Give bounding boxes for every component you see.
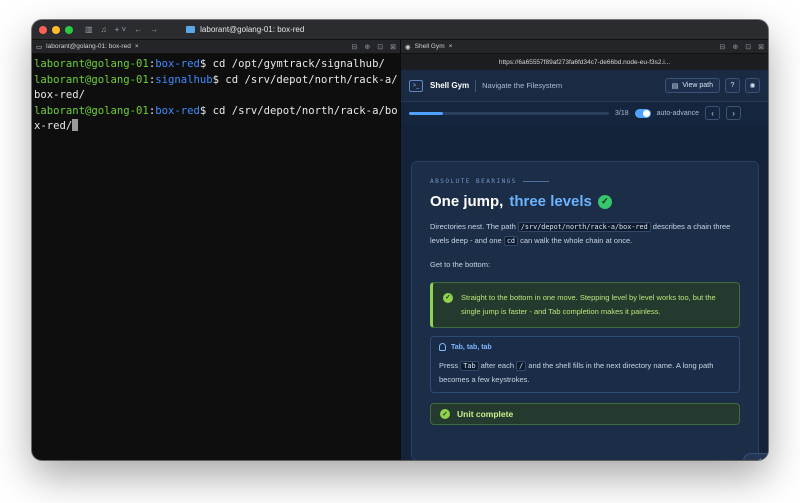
browser-tab[interactable]: ◉ Shell Gym × ⊟ ⊕ ⊡ ⊠ (401, 40, 768, 54)
terminal-line: laborant@golang-01:signalhub$ cd /srv/de… (34, 73, 398, 102)
code-icon: ‹› (750, 458, 754, 461)
map-icon: ▤ (671, 82, 679, 90)
close-pane-icon[interactable]: ⊠ (758, 43, 764, 51)
check-icon: ✓ (597, 194, 612, 209)
sidebar-icon[interactable]: ▥ (85, 25, 93, 34)
app-window: ▥ ♫ + ˅ ← → laborant@golang-01: box-red … (32, 20, 768, 460)
split-icon[interactable]: ⊟ (720, 43, 726, 51)
folder-icon (186, 26, 196, 33)
tip-body: Press Tab after each / and the shell fil… (439, 361, 714, 384)
check-icon: ✓ (443, 293, 453, 303)
unit-complete-banner: ✓ Unit complete (430, 403, 740, 425)
maximize-pane-icon[interactable]: ⊡ (377, 43, 383, 51)
progress-fill (409, 111, 443, 115)
lesson-card: ABSOLUTE BEARINGS One jump, three levels … (411, 161, 759, 460)
terminal-pane[interactable]: ▭ laborant@golang-01: box-red × ⊟ ⊕ ⊡ ⊠ … (32, 40, 400, 460)
lesson-paragraph: Directories nest. The path /srv/depot/no… (430, 222, 731, 246)
inline-code: /srv/depot/north/rack-a/box-red (517, 222, 651, 232)
close-pane-icon[interactable]: ⊠ (390, 43, 396, 51)
maximize-window-button[interactable] (65, 25, 73, 34)
terminal-logo-icon: >_ (409, 79, 423, 92)
app-header: >_ Shell Gym Navigate the Filesystem ▤ V… (401, 70, 768, 102)
brand-name: Shell Gym (430, 81, 470, 90)
debug-button[interactable]: ‹› debug (743, 453, 768, 460)
back-icon[interactable]: ← (134, 25, 142, 34)
browser-tab-label: Shell Gym (414, 43, 445, 50)
sun-icon: ✺ (749, 82, 756, 90)
globe-icon[interactable]: ⊕ (732, 43, 738, 51)
inline-code: / (516, 361, 527, 371)
split-icon[interactable]: ⊟ (352, 43, 358, 51)
page-subtitle: Navigate the Filesystem (482, 81, 563, 90)
help-button[interactable]: ? (725, 78, 740, 93)
terminal-icon: ▭ (36, 43, 43, 51)
window-controls (39, 25, 73, 34)
plus-icon[interactable]: + ˅ (115, 25, 127, 34)
lightbulb-icon (439, 343, 446, 351)
tip-title: Tab, tab, tab (451, 343, 492, 351)
close-tab-icon[interactable]: × (135, 43, 139, 50)
close-tab-icon[interactable]: × (449, 43, 453, 50)
inline-code: cd (503, 236, 518, 246)
terminal-output[interactable]: laborant@golang-01:box-red$ cd /opt/gymt… (32, 54, 400, 138)
terminal-cursor (72, 119, 79, 131)
forward-icon[interactable]: → (150, 25, 158, 34)
auto-advance-toggle[interactable] (634, 108, 651, 118)
success-message: ✓ Straight to the bottom in one move. St… (430, 282, 740, 328)
maximize-pane-icon[interactable]: ⊡ (745, 43, 751, 51)
prev-button[interactable]: ‹ (705, 106, 721, 120)
check-icon: ✓ (440, 409, 450, 419)
title-bar: ▥ ♫ + ˅ ← → laborant@golang-01: box-red (32, 20, 768, 40)
window-title: laborant@golang-01: box-red (200, 25, 305, 34)
theme-button[interactable]: ✺ (745, 78, 760, 93)
view-path-button[interactable]: ▤ View path (664, 78, 720, 93)
terminal-line: laborant@golang-01:box-red$ cd /opt/gymt… (34, 58, 385, 70)
lesson-title: One jump, three levels ✓ (430, 193, 740, 210)
lesson-prompt: Get to the bottom: (430, 260, 491, 269)
progress-row: 3/18 auto-advance ‹ › (401, 102, 768, 124)
terminal-line: laborant@golang-01:box-red$ cd /srv/depo… (34, 104, 398, 133)
bell-icon[interactable]: ♫ (101, 25, 107, 34)
close-window-button[interactable] (39, 25, 47, 34)
terminal-tab-label: laborant@golang-01: box-red (46, 43, 131, 50)
browser-icon: ◉ (405, 43, 411, 51)
terminal-tab[interactable]: ▭ laborant@golang-01: box-red × ⊟ ⊕ ⊡ ⊠ (32, 40, 400, 54)
browser-pane: ◉ Shell Gym × ⊟ ⊕ ⊡ ⊠ https://6a65557f89… (400, 40, 768, 460)
url-text[interactable]: https://6a65557f89af273fa6fd34c7-de66bd.… (499, 59, 670, 66)
minimize-window-button[interactable] (52, 25, 60, 34)
progress-bar (409, 111, 609, 115)
url-bar[interactable]: https://6a65557f89af273fa6fd34c7-de66bd.… (401, 54, 768, 70)
progress-text: 3/18 (615, 109, 629, 117)
lesson-eyebrow: ABSOLUTE BEARINGS (430, 178, 740, 185)
next-button[interactable]: › (726, 106, 742, 120)
auto-advance-label: auto-advance (656, 109, 700, 117)
tip-box: Tab, tab, tab Press Tab after each / and… (430, 336, 740, 393)
inline-code: Tab (460, 361, 479, 371)
help-icon: ? (730, 82, 735, 89)
globe-icon[interactable]: ⊕ (364, 43, 370, 51)
